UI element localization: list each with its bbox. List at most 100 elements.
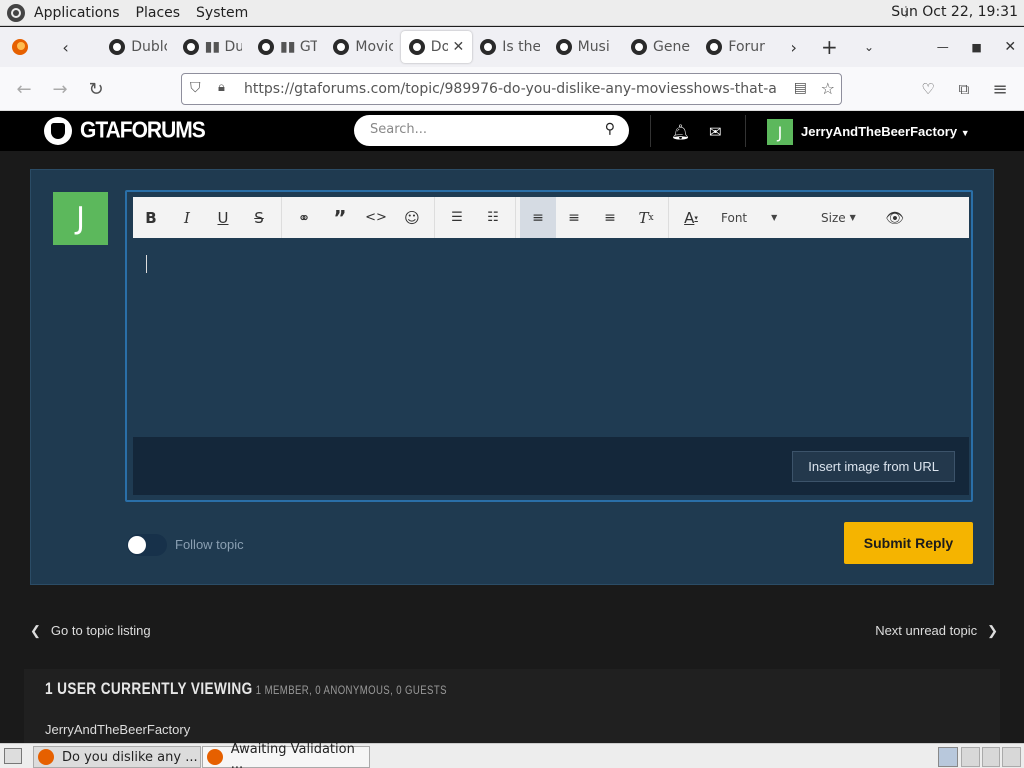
bold-button[interactable]: B [133, 197, 169, 238]
reader-view-icon[interactable]: ▤ [794, 80, 807, 96]
reply-box: J B I U S ⚭ ” <> ☺ ☰ ☷ ≡ ≡ ≡ Tx A ▾ Font… [30, 169, 994, 585]
align-center-icon[interactable]: ≡ [556, 197, 592, 238]
viewing-subtitle: 1 MEMBER, 0 ANONYMOUS, 0 GUESTS [255, 683, 447, 697]
tab-item[interactable]: Gene [623, 31, 698, 63]
users-viewing-title: 1 USER CURRENTLY VIEWING 1 MEMBER, 0 ANON… [45, 679, 447, 699]
text-color-icon[interactable]: A ▾ [673, 197, 709, 238]
forward-icon[interactable]: → [48, 77, 72, 101]
size-dropdown-label: Size [821, 210, 846, 225]
submit-reply-button[interactable]: Submit Reply [844, 522, 973, 564]
tab-item-active[interactable]: Do ✕ [400, 31, 473, 63]
tab-item[interactable]: Movic [325, 31, 400, 63]
tab-item[interactable]: Dublc [101, 31, 174, 63]
back-icon[interactable]: ← [12, 77, 36, 101]
pocket-icon[interactable]: ♡ [916, 77, 940, 101]
divider [745, 115, 746, 147]
numbered-list-icon[interactable]: ☷ [475, 197, 511, 238]
maximize-icon[interactable]: ■ [963, 33, 991, 61]
clock[interactable]: Sun Oct 22, 19:31 [891, 4, 1018, 20]
code-icon[interactable]: <> [358, 197, 394, 238]
new-tab-icon[interactable]: + [816, 33, 844, 61]
taskbar-item-label: Do you dislike any ... [62, 749, 198, 765]
close-tab-icon[interactable]: ✕ [452, 39, 464, 55]
underline-button[interactable]: U [205, 197, 241, 238]
workspace-firefox-icon[interactable] [938, 747, 958, 767]
messages-envelope-icon[interactable]: ✉ [709, 123, 722, 141]
chevron-left-icon: ❮ [30, 623, 41, 638]
next-unread-topic-link[interactable]: Next unread topic ❯ [875, 623, 998, 639]
size-dropdown[interactable]: Size ▼ [821, 197, 871, 238]
align-left-icon[interactable]: ≡ [520, 197, 556, 238]
font-dropdown[interactable]: Font ▼ [721, 197, 801, 238]
chevron-down-icon: ▼ [960, 128, 970, 138]
site-header: GTAFORUMS ⚲ 🔔︎ ✉ J JerryAndTheBeerFactor… [0, 111, 1024, 151]
gnome-foot-icon [7, 3, 25, 22]
user-menu[interactable]: JerryAndTheBeerFactory ▼ [801, 124, 970, 139]
bookmark-star-icon[interactable]: ☆ [821, 79, 835, 98]
tracking-shield-icon[interactable]: ⛉ [190, 80, 201, 96]
nav-bar: ← → ↻ ⛉ 🔒︎ https://gtaforums.com/topic/9… [0, 67, 1024, 111]
page-content: J B I U S ⚭ ” <> ☺ ☰ ☷ ≡ ≡ ≡ Tx A ▾ Font… [0, 151, 1024, 743]
workspace-3[interactable] [1002, 747, 1022, 767]
system-menu[interactable]: System [196, 5, 248, 21]
show-desktop-icon[interactable] [4, 748, 22, 764]
tab-item[interactable]: Forur [698, 31, 773, 63]
tab-item[interactable]: Musi [548, 31, 623, 63]
tabs-scroll-left-icon[interactable]: ‹ [52, 33, 80, 61]
go-to-topic-listing-link[interactable]: ❮ Go to topic listing [30, 623, 151, 639]
workspace-switcher[interactable] [961, 747, 1022, 767]
strikethrough-button[interactable]: S [241, 197, 277, 238]
hamburger-menu-icon[interactable]: ≡ [988, 77, 1012, 101]
font-dropdown-label: Font [721, 210, 748, 225]
list-all-tabs-icon[interactable]: ⌄ [855, 33, 883, 61]
user-avatar[interactable]: J [767, 119, 793, 145]
site-brand-text: GTAFORUMS [80, 117, 206, 144]
gtaforums-favicon-icon [408, 39, 425, 55]
remove-format-icon[interactable]: Tx [628, 197, 664, 238]
viewing-user-link[interactable]: JerryAndTheBeerFactory [45, 722, 190, 737]
places-menu[interactable]: Places [136, 5, 181, 21]
notifications-bell-icon[interactable]: 🔔︎ [671, 123, 690, 141]
bulleted-list-icon[interactable]: ☰ [439, 197, 475, 238]
toolbar-divider [434, 197, 435, 238]
follow-topic-toggle[interactable] [127, 534, 167, 556]
emoji-icon[interactable]: ☺ [394, 197, 430, 238]
tab-item[interactable]: ▮▮ Du [175, 31, 250, 63]
minimize-icon[interactable]: — [929, 33, 957, 61]
tabs-scroll-right-icon[interactable]: › [780, 33, 808, 61]
taskbar-window-item[interactable]: Do you dislike any ... [33, 746, 201, 768]
align-right-icon[interactable]: ≡ [592, 197, 628, 238]
search-icon[interactable]: ⚲ [605, 121, 615, 137]
viewing-title-text: 1 USER CURRENTLY VIEWING [45, 679, 253, 698]
close-window-icon[interactable]: ✕ [996, 33, 1024, 61]
tab-item[interactable]: Is the [472, 31, 547, 63]
tab-item[interactable]: ▮▮ GT [250, 31, 325, 63]
toolbar-divider [668, 197, 669, 238]
site-search[interactable]: ⚲ [354, 115, 629, 146]
topic-navigation: ❮ Go to topic listing Next unread topic ❯ [30, 623, 998, 643]
follow-topic-label[interactable]: Follow topic [175, 537, 244, 552]
workspace-2[interactable] [981, 747, 1001, 767]
reload-icon[interactable]: ↻ [84, 77, 108, 101]
rich-text-editor[interactable]: B I U S ⚭ ” <> ☺ ☰ ☷ ≡ ≡ ≡ Tx A▾ Font ▼ [125, 190, 973, 502]
gtaforums-favicon-icon [182, 39, 199, 55]
text-caret [146, 255, 147, 273]
url-text[interactable]: https://gtaforums.com/topic/989976-do-yo… [244, 81, 776, 97]
preview-eye-icon[interactable]: 👁︎ [877, 197, 913, 238]
firefox-icon [38, 749, 54, 765]
site-logo[interactable]: GTAFORUMS [44, 117, 206, 145]
italic-button[interactable]: I [169, 197, 205, 238]
user-name-label: JerryAndTheBeerFactory [801, 124, 958, 139]
lock-icon[interactable]: 🔒︎ [218, 80, 225, 95]
applications-menu[interactable]: Applications [34, 5, 120, 21]
quote-icon[interactable]: ” [322, 197, 358, 238]
link-icon[interactable]: ⚭ [286, 197, 322, 238]
search-input[interactable] [370, 122, 590, 137]
taskbar-window-item[interactable]: Awaiting Validation ... [202, 742, 370, 768]
extensions-icon[interactable]: ⧉ [952, 77, 976, 101]
firefox-menu-icon[interactable] [6, 33, 34, 61]
workspace-1[interactable] [961, 747, 980, 767]
insert-image-url-button[interactable]: Insert image from URL [792, 451, 955, 482]
prev-link-label: Go to topic listing [50, 623, 151, 638]
url-bar[interactable]: ⛉ 🔒︎ https://gtaforums.com/topic/989976-… [181, 73, 842, 105]
